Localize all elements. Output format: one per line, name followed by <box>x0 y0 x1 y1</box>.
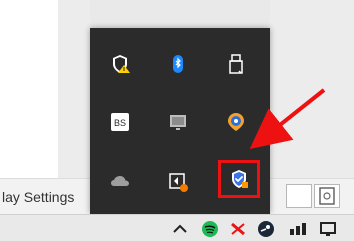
network-icon[interactable] <box>288 220 308 238</box>
location-pin-icon <box>228 113 244 131</box>
screen-icon <box>320 222 336 236</box>
defender-highlight-frame <box>218 160 260 198</box>
spotify-icon[interactable] <box>200 220 220 238</box>
settings-label: lay Settings <box>2 189 75 205</box>
remote-device-icon <box>169 173 188 192</box>
bluetooth-icon[interactable] <box>166 52 190 76</box>
security-shield-warning-icon[interactable] <box>108 52 132 76</box>
strip-button-2[interactable] <box>314 184 340 208</box>
display-icon <box>170 115 186 130</box>
red-app-icon <box>231 222 245 236</box>
bs-app-icon: BS <box>111 113 129 131</box>
svg-text:BS: BS <box>114 118 126 128</box>
screen-icon[interactable] <box>318 220 338 238</box>
bluetooth-icon <box>173 55 183 73</box>
red-app-icon[interactable] <box>228 220 248 238</box>
spotify-icon <box>202 221 218 237</box>
steam-icon[interactable] <box>256 220 276 238</box>
usb-drive-icon[interactable] <box>224 52 248 76</box>
location-pin-icon[interactable] <box>224 110 248 134</box>
left-window-panel <box>0 0 58 178</box>
steam-icon <box>258 221 274 237</box>
settings-gear-icon <box>319 187 335 205</box>
right-gray-panel <box>270 0 354 178</box>
security-shield-warning-icon <box>113 55 130 73</box>
strip-button-1[interactable] <box>286 184 312 208</box>
usb-drive-icon <box>229 54 243 74</box>
left-gray-panel <box>58 0 90 178</box>
bs-app-icon[interactable]: BS <box>108 110 132 134</box>
chevron-up-icon <box>173 224 187 233</box>
cloud-icon <box>111 176 129 186</box>
chevron-up-icon[interactable] <box>170 220 190 238</box>
display-icon[interactable] <box>166 110 190 134</box>
remote-device-icon[interactable] <box>166 170 190 194</box>
network-icon <box>290 223 306 235</box>
cloud-icon[interactable] <box>108 170 132 194</box>
